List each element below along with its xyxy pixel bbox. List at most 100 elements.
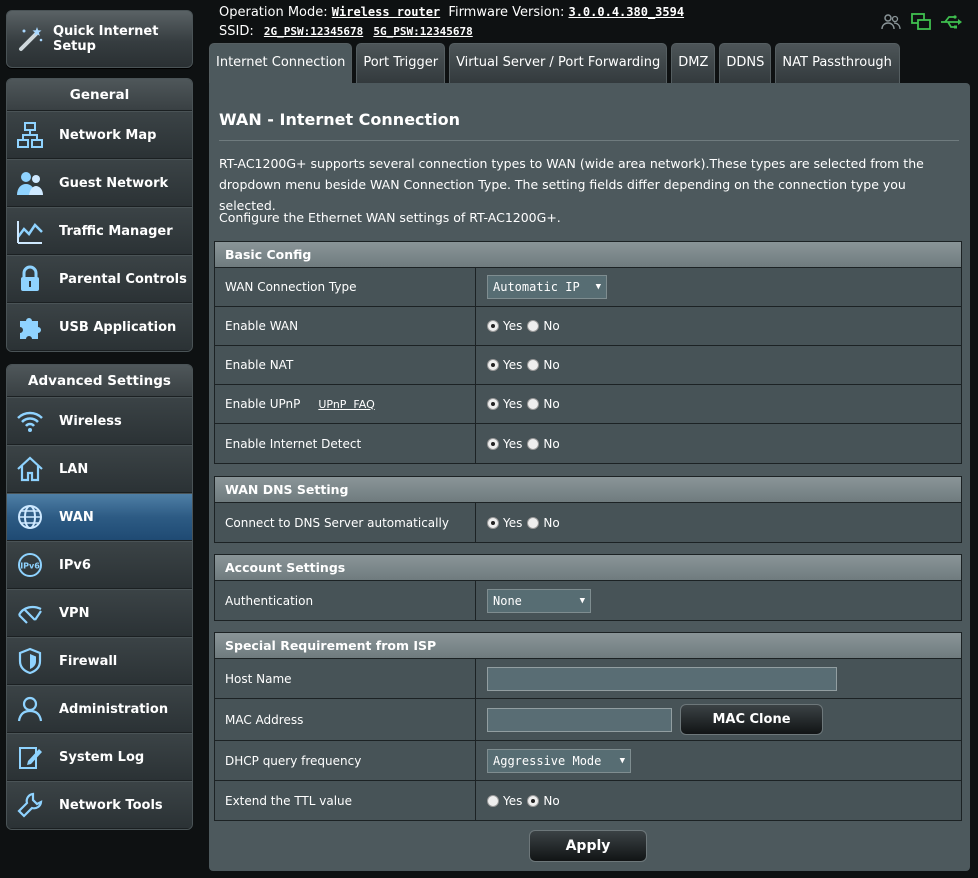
chevron-down-icon: ▼ <box>579 595 585 606</box>
radio-label: No <box>543 319 560 333</box>
extend-ttl-no-radio[interactable]: No <box>527 794 560 808</box>
radio-label: No <box>543 515 560 530</box>
extend-ttl-yes-radio[interactable]: Yes <box>487 794 522 808</box>
sidebar-item-label: Traffic Manager <box>59 223 173 239</box>
field-label: MAC Address <box>215 699 476 740</box>
dns-auto-no-radio[interactable]: No <box>527 515 560 530</box>
enable-upnp-yes-radio[interactable]: Yes <box>487 397 522 411</box>
field-label: Enable WAN <box>215 307 476 345</box>
radio-label: Yes <box>503 515 523 530</box>
field-label: WAN Connection Type <box>215 268 476 306</box>
sidebar-item-vpn[interactable]: VPN <box>7 589 192 637</box>
dns-auto-yes-radio[interactable]: Yes <box>487 516 522 530</box>
sidebar-item-system-log[interactable]: System Log <box>7 733 192 781</box>
radio-dot <box>487 398 499 410</box>
quick-internet-setup-button[interactable]: Quick Internet Setup <box>6 10 193 68</box>
internet-detect-row: Enable Internet Detect Yes No <box>215 424 961 463</box>
radio-dot <box>487 516 499 529</box>
radio-dot <box>487 794 499 807</box>
sidebar-item-firewall[interactable]: Firewall <box>7 637 192 685</box>
connection-status-icon[interactable] <box>910 12 932 32</box>
firmware-link[interactable]: 3.0.0.4.380_3594 <box>568 5 684 19</box>
sidebar-item-lan[interactable]: LAN <box>7 445 192 493</box>
upnp-faq-link[interactable]: UPnP FAQ <box>318 398 374 411</box>
ipv6-icon: IPv6 <box>15 550 45 580</box>
enable-nat-no-radio[interactable]: No <box>527 358 560 372</box>
status-icons <box>880 12 962 32</box>
wifi-icon <box>15 406 45 436</box>
sidebar-item-parental-controls[interactable]: Parental Controls <box>7 255 192 303</box>
dhcp-query-row: DHCP query frequency Aggressive Mode ▼ <box>215 741 961 781</box>
apply-button[interactable]: Apply <box>529 830 647 862</box>
tab-virtual-server[interactable]: Virtual Server / Port Forwarding <box>449 43 668 83</box>
authentication-select[interactable]: None ▼ <box>487 588 591 613</box>
radio-label: No <box>543 436 560 451</box>
radio-dot <box>527 794 540 807</box>
usb-icon[interactable] <box>940 12 962 32</box>
enable-wan-no-radio[interactable]: No <box>527 319 560 333</box>
firmware-label: Firmware Version: <box>448 5 565 20</box>
host-name-row: Host Name <box>215 659 961 699</box>
main-panel: WAN - Internet Connection RT-AC1200G+ su… <box>209 83 970 871</box>
svg-text:IPv6: IPv6 <box>20 562 40 571</box>
radio-label: Yes <box>503 358 523 372</box>
sidebar-item-administration[interactable]: Administration <box>7 685 192 733</box>
enable-upnp-label: Enable UPnP <box>225 397 301 411</box>
ssid-5g-link[interactable]: 5G_PSW:12345678 <box>373 25 472 38</box>
wan-connection-type-select[interactable]: Automatic IP ▼ <box>487 275 607 299</box>
sidebar-item-network-tools[interactable]: Network Tools <box>7 781 192 829</box>
clients-icon[interactable] <box>880 12 902 32</box>
section-title: Special Requirement from ISP <box>215 633 961 659</box>
sidebar-item-label: Firewall <box>59 653 118 669</box>
enable-nat-yes-radio[interactable]: Yes <box>487 358 522 372</box>
tab-nat-passthrough[interactable]: NAT Passthrough <box>775 43 900 83</box>
select-value: Aggressive Mode <box>493 753 602 768</box>
radio-dot <box>487 359 499 371</box>
magic-wand-icon <box>15 24 45 54</box>
general-group: General Network Map Guest Network Traffi… <box>6 78 193 352</box>
sidebar-item-network-map[interactable]: Network Map <box>7 111 192 159</box>
network-map-icon <box>15 120 45 150</box>
sidebar-item-guest-network[interactable]: Guest Network <box>7 159 192 207</box>
enable-upnp-row: Enable UPnP UPnP FAQ Yes No <box>215 385 961 424</box>
sidebar-item-wan[interactable]: WAN <box>7 493 192 541</box>
tab-port-trigger[interactable]: Port Trigger <box>356 43 446 83</box>
field-label: Host Name <box>215 659 476 698</box>
tab-bar: Internet Connection Port Trigger Virtual… <box>209 43 900 83</box>
radio-dot <box>527 359 540 371</box>
field-label: Enable Internet Detect <box>215 424 476 463</box>
lock-icon <box>15 264 45 294</box>
radio-dot <box>527 516 540 529</box>
internet-detect-yes-radio[interactable]: Yes <box>487 437 522 451</box>
mac-address-input[interactable] <box>487 707 672 732</box>
dhcp-query-select[interactable]: Aggressive Mode ▼ <box>487 748 631 773</box>
puzzle-icon <box>15 312 45 342</box>
sidebar-item-label: IPv6 <box>59 557 91 573</box>
radio-dot <box>487 437 499 450</box>
tab-dmz[interactable]: DMZ <box>671 43 716 83</box>
sidebar-item-label: USB Application <box>59 319 177 335</box>
enable-upnp-no-radio[interactable]: No <box>527 397 560 411</box>
sidebar-item-ipv6[interactable]: IPv6 IPv6 <box>7 541 192 589</box>
radio-label: Yes <box>503 319 523 333</box>
wrench-icon <box>15 790 45 820</box>
wan-dns-section: WAN DNS Setting Connect to DNS Server au… <box>214 476 962 543</box>
sidebar-item-usb-application[interactable]: USB Application <box>7 303 192 351</box>
enable-wan-yes-radio[interactable]: Yes <box>487 319 522 333</box>
host-name-input[interactable] <box>487 666 837 691</box>
sidebar-item-wireless[interactable]: Wireless <box>7 397 192 445</box>
authentication-row: Authentication None ▼ <box>215 581 961 620</box>
mac-clone-button[interactable]: MAC Clone <box>680 704 823 735</box>
chevron-down-icon: ▼ <box>619 755 625 766</box>
tab-internet-connection[interactable]: Internet Connection <box>209 43 353 83</box>
section-title: WAN DNS Setting <box>215 477 961 503</box>
radio-label: Yes <box>503 793 523 808</box>
section-title: Account Settings <box>215 555 961 581</box>
sidebar-item-traffic-manager[interactable]: Traffic Manager <box>7 207 192 255</box>
sidebar-item-label: Network Tools <box>59 797 163 813</box>
tab-ddns[interactable]: DDNS <box>719 43 772 83</box>
operation-mode-link[interactable]: Wireless router <box>332 5 440 19</box>
field-label: Extend the TTL value <box>215 781 476 820</box>
ssid-2g-link[interactable]: 2G_PSW:12345678 <box>264 25 363 38</box>
internet-detect-no-radio[interactable]: No <box>527 436 560 451</box>
